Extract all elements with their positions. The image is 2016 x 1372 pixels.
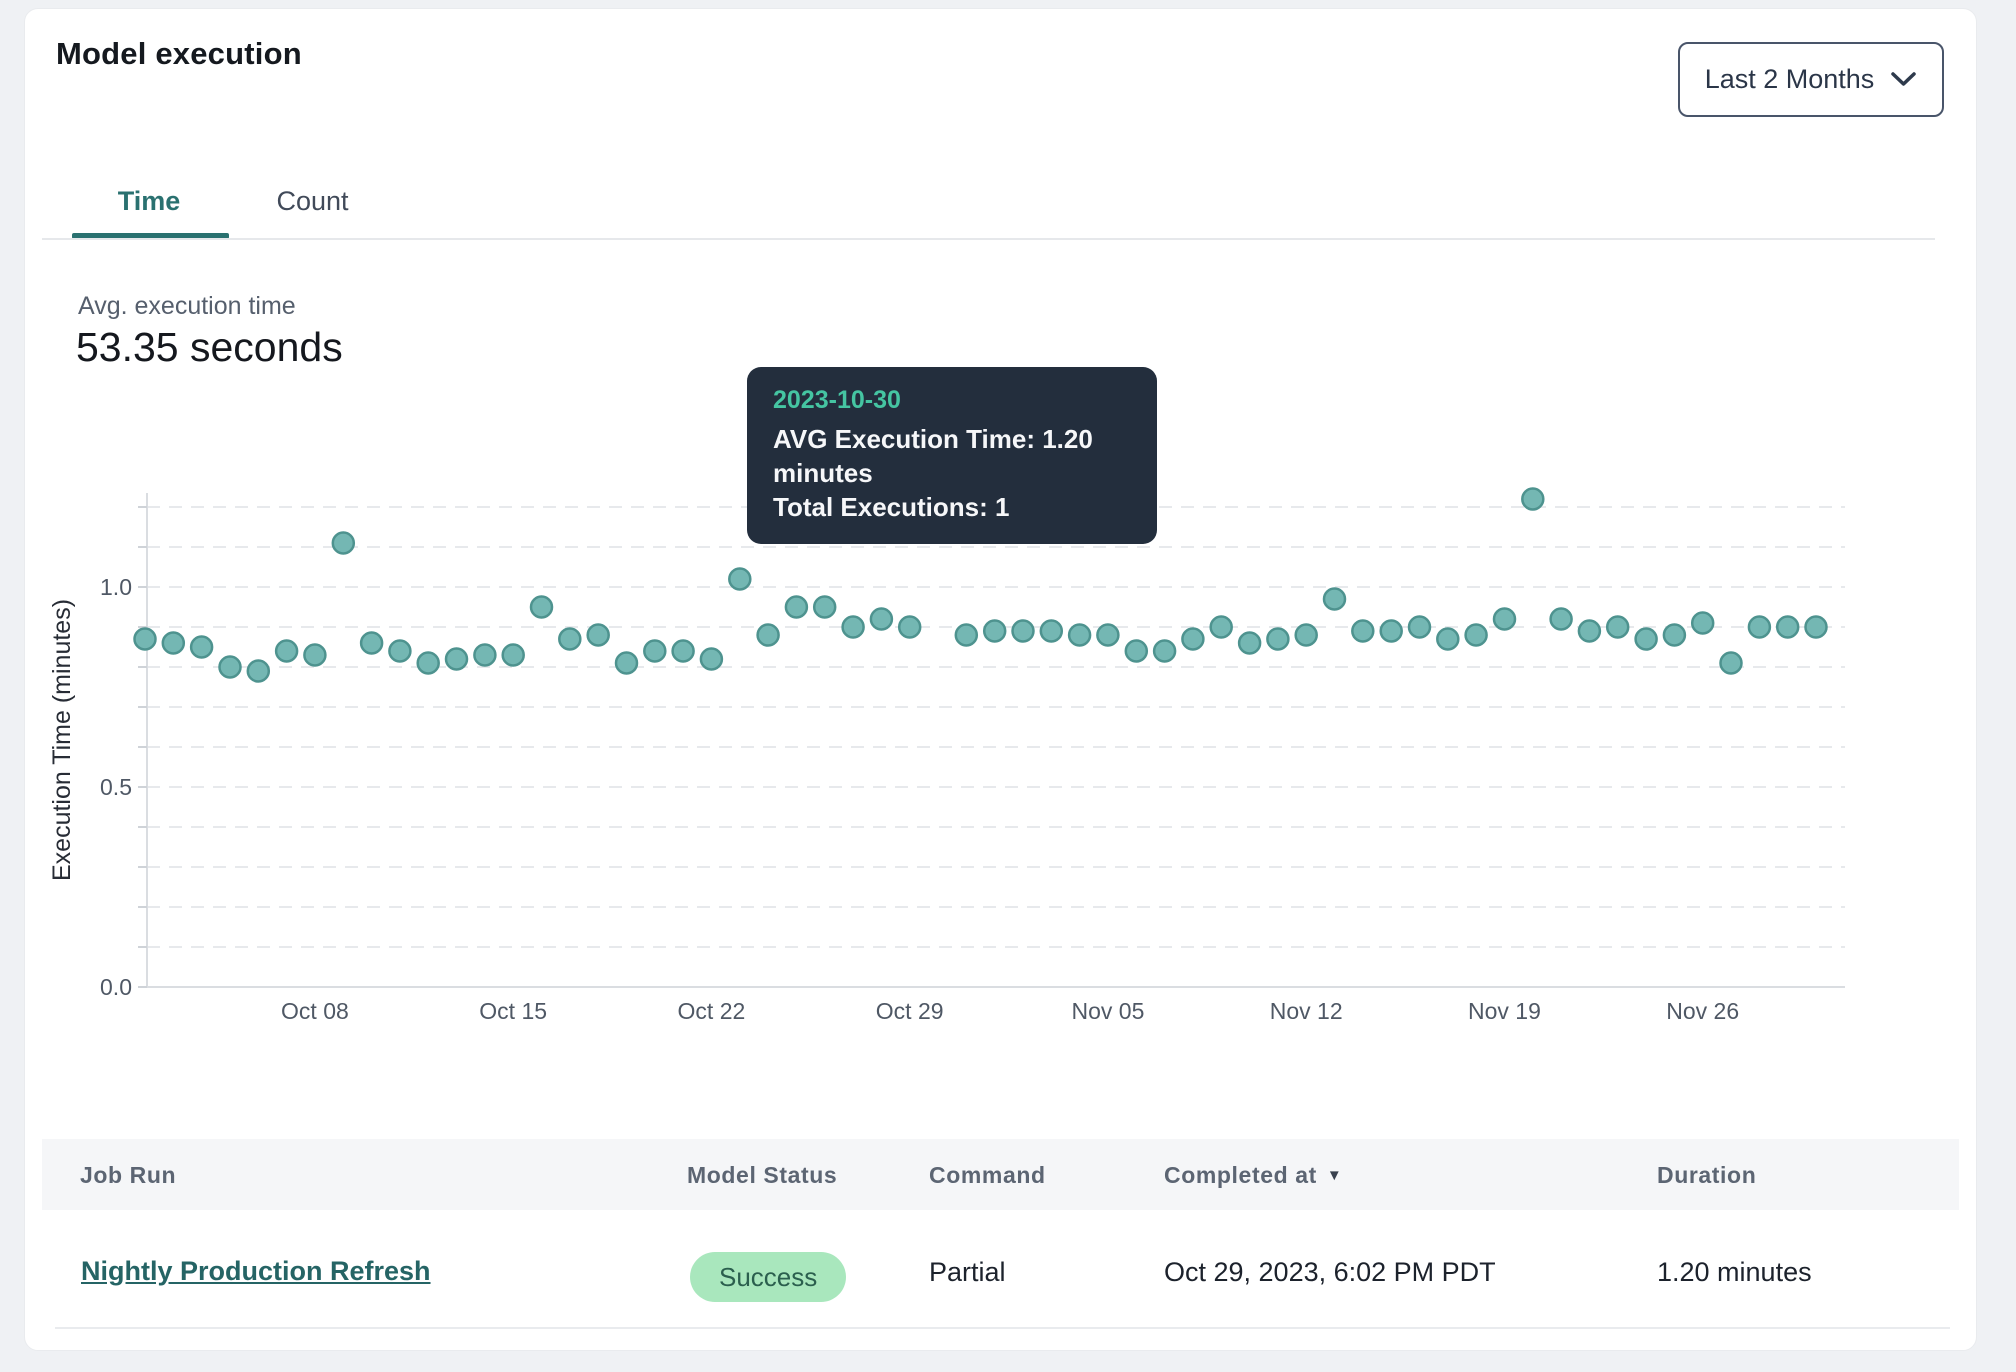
tooltip-total-executions: Total Executions: 1 [773, 490, 1131, 524]
y-tick-label: 1.0 [100, 574, 132, 600]
tooltip-avg-execution-time: AVG Execution Time: 1.20 minutes [773, 422, 1131, 490]
data-point[interactable] [248, 661, 269, 682]
x-tick-label: Nov 12 [1270, 998, 1343, 1024]
avg-execution-time-label: Avg. execution time [78, 292, 296, 321]
completed-at-label: Completed at [1164, 1162, 1317, 1188]
data-point[interactable] [1551, 609, 1572, 630]
data-point[interactable] [1097, 625, 1118, 646]
data-point[interactable] [1522, 489, 1543, 510]
data-point[interactable] [758, 625, 779, 646]
data-point[interactable] [1154, 641, 1175, 662]
data-point[interactable] [220, 657, 241, 678]
data-point[interactable] [1296, 625, 1317, 646]
dashboard-screen: Model execution Last 2 Months Time Count… [0, 0, 2016, 1372]
completed-at-cell: Oct 29, 2023, 6:02 PM PDT [1164, 1257, 1496, 1288]
table-header: Job Run Model Status Command Completed a… [42, 1139, 1959, 1210]
tab-bar-divider [42, 238, 1935, 240]
x-tick-label: Oct 15 [479, 998, 547, 1024]
data-point[interactable] [956, 625, 977, 646]
data-point[interactable] [1806, 617, 1827, 638]
tab-count[interactable]: Count [250, 180, 375, 222]
date-range-label: Last 2 Months [1705, 64, 1875, 95]
avg-execution-time-value: 53.35 seconds [76, 324, 343, 371]
data-point[interactable] [899, 617, 920, 638]
date-range-select[interactable]: Last 2 Months [1678, 42, 1944, 117]
data-point[interactable] [1041, 621, 1062, 642]
data-point[interactable] [616, 653, 637, 674]
data-point[interactable] [531, 597, 552, 618]
data-point[interactable] [843, 617, 864, 638]
data-point[interactable] [701, 649, 722, 670]
data-point[interactable] [135, 629, 156, 650]
data-point[interactable] [333, 533, 354, 554]
x-tick-label: Oct 08 [281, 998, 349, 1024]
data-point[interactable] [1239, 633, 1260, 654]
data-point[interactable] [1352, 621, 1373, 642]
data-point[interactable] [1777, 617, 1798, 638]
tab-time[interactable]: Time [90, 180, 208, 222]
chevron-down-icon [1890, 71, 1917, 88]
data-point[interactable] [814, 597, 835, 618]
caret-down-icon: ▼ [1327, 1167, 1342, 1184]
data-point[interactable] [304, 645, 325, 666]
data-point[interactable] [588, 625, 609, 646]
x-tick-label: Nov 05 [1072, 998, 1145, 1024]
data-point[interactable] [446, 649, 467, 670]
column-header-job-run[interactable]: Job Run [80, 1162, 176, 1189]
column-header-completed-at[interactable]: Completed at ▼ [1164, 1162, 1342, 1189]
column-header-command[interactable]: Command [929, 1162, 1046, 1189]
data-point[interactable] [1211, 617, 1232, 638]
data-point[interactable] [1607, 617, 1628, 638]
data-point[interactable] [191, 637, 212, 658]
data-point[interactable] [1069, 625, 1090, 646]
column-header-model-status[interactable]: Model Status [687, 1162, 837, 1189]
data-point[interactable] [559, 629, 580, 650]
row-divider [55, 1327, 1950, 1329]
x-tick-label: Oct 22 [678, 998, 746, 1024]
data-point[interactable] [1579, 621, 1600, 642]
data-point[interactable] [786, 597, 807, 618]
data-point[interactable] [1749, 617, 1770, 638]
data-point[interactable] [1409, 617, 1430, 638]
tooltip-date: 2023-10-30 [773, 386, 1131, 415]
status-badge: Success [690, 1252, 846, 1302]
job-run-link[interactable]: Nightly Production Refresh [81, 1256, 431, 1287]
data-point[interactable] [276, 641, 297, 662]
y-tick-label: 0.5 [100, 774, 132, 800]
data-point[interactable] [389, 641, 410, 662]
data-point[interactable] [163, 633, 184, 654]
data-point[interactable] [1692, 613, 1713, 634]
y-axis-title: Execution Time (minutes) [48, 599, 76, 881]
duration-cell: 1.20 minutes [1657, 1257, 1812, 1288]
data-point[interactable] [1381, 621, 1402, 642]
data-point[interactable] [474, 645, 495, 666]
data-point[interactable] [1324, 589, 1345, 610]
data-point[interactable] [1664, 625, 1685, 646]
x-tick-label: Nov 19 [1468, 998, 1541, 1024]
data-point[interactable] [1126, 641, 1147, 662]
data-point[interactable] [418, 653, 439, 674]
data-point[interactable] [503, 645, 524, 666]
data-point[interactable] [871, 609, 892, 630]
data-point[interactable] [1437, 629, 1458, 650]
command-cell: Partial [929, 1257, 1006, 1288]
data-point[interactable] [1466, 625, 1487, 646]
data-point[interactable] [1721, 653, 1742, 674]
data-point[interactable] [673, 641, 694, 662]
data-point[interactable] [1182, 629, 1203, 650]
y-tick-label: 0.0 [100, 974, 132, 1000]
data-point[interactable] [729, 569, 750, 590]
data-point[interactable] [1267, 629, 1288, 650]
column-header-duration[interactable]: Duration [1657, 1162, 1756, 1189]
chart-tooltip: 2023-10-30 AVG Execution Time: 1.20 minu… [747, 367, 1157, 544]
data-point[interactable] [984, 621, 1005, 642]
x-tick-label: Oct 29 [876, 998, 944, 1024]
data-point[interactable] [1494, 609, 1515, 630]
x-tick-label: Nov 26 [1666, 998, 1739, 1024]
page-title: Model execution [56, 36, 302, 72]
data-point[interactable] [1013, 621, 1034, 642]
data-point[interactable] [1636, 629, 1657, 650]
data-point[interactable] [644, 641, 665, 662]
data-point[interactable] [361, 633, 382, 654]
